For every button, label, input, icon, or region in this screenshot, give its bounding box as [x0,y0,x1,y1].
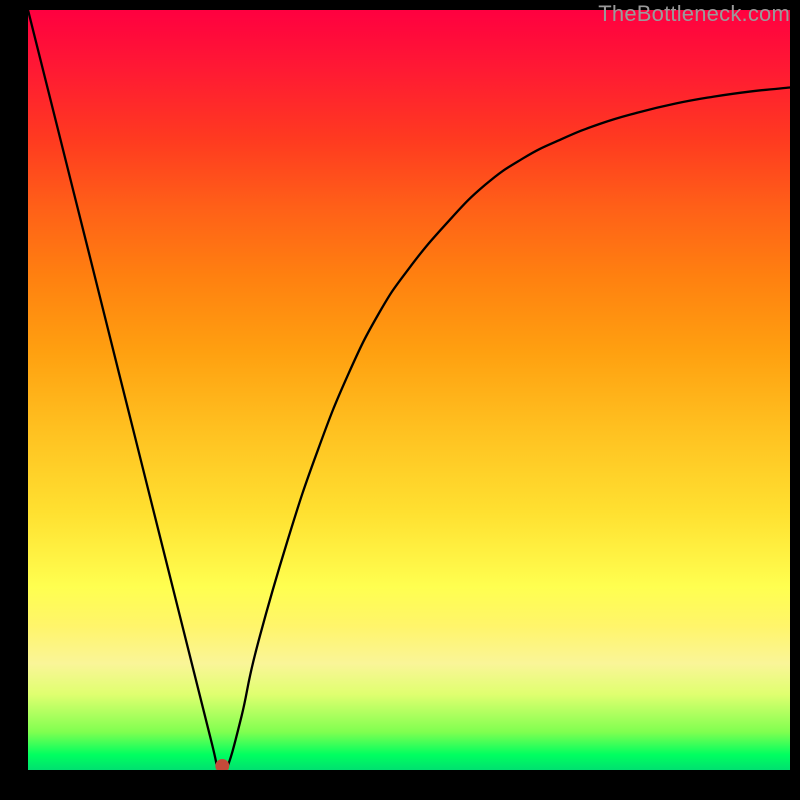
curve-layer [28,10,790,770]
watermark-text: TheBottleneck.com [598,1,790,27]
plot-area [28,10,790,770]
outer-frame: TheBottleneck.com [0,0,800,800]
bottleneck-curve [28,10,790,770]
minimum-marker [216,760,229,771]
